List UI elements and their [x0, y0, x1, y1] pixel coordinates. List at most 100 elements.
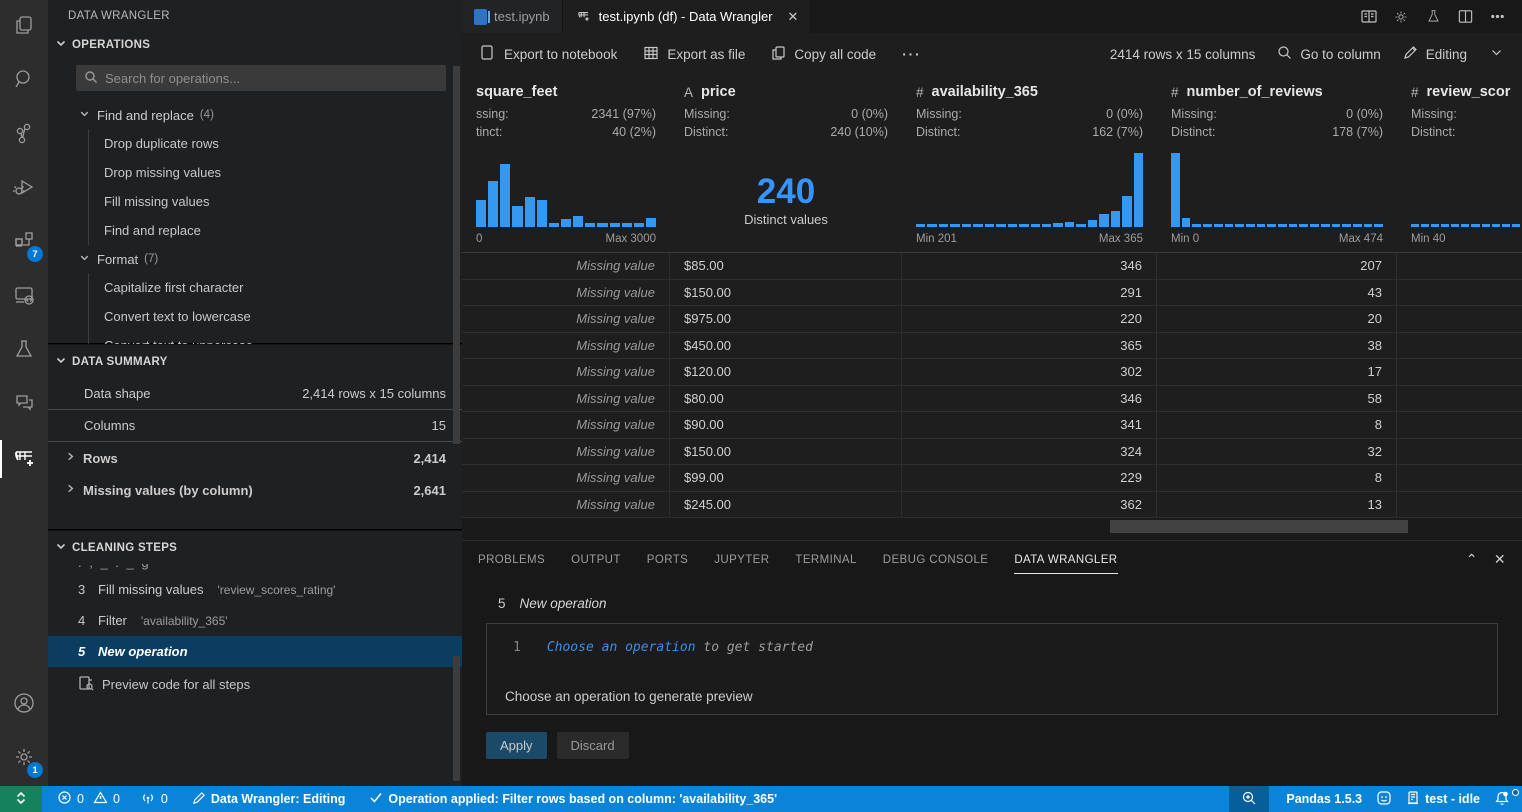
zoom-status-button[interactable] — [1229, 786, 1269, 812]
close-tab-icon[interactable]: ✕ — [788, 9, 799, 25]
table-cell[interactable]: 43 — [1157, 280, 1397, 307]
table-cell[interactable]: Missing value — [462, 253, 670, 280]
table-cell[interactable] — [1397, 306, 1522, 333]
table-cell[interactable]: $245.00 — [670, 492, 902, 519]
operation-item[interactable]: Convert text to uppercase — [48, 331, 462, 344]
panel-tab-debug-console[interactable]: DEBUG CONSOLE — [883, 545, 989, 574]
sidebar-item-remote-explorer[interactable] — [0, 270, 48, 324]
data-summary-section-header[interactable]: DATA SUMMARY — [48, 344, 462, 378]
panel-tab-terminal[interactable]: TERMINAL — [795, 545, 856, 574]
sidebar-item-extensions[interactable]: 7 — [0, 216, 48, 270]
discard-button[interactable]: Discard — [557, 732, 629, 759]
go-to-column-button[interactable]: Go to column — [1277, 45, 1380, 63]
cleaning-step-row[interactable]: 3Fill missing values'review_scores_ratin… — [48, 574, 462, 605]
table-cell[interactable] — [1397, 465, 1522, 492]
table-cell[interactable]: $975.00 — [670, 306, 902, 333]
table-cell[interactable]: Missing value — [462, 333, 670, 360]
operations-search-input[interactable] — [105, 71, 438, 86]
sidebar-item-run-debug[interactable] — [0, 162, 48, 216]
beaker-icon[interactable] — [1422, 6, 1444, 28]
table-cell[interactable]: 8 — [1157, 412, 1397, 439]
table-cell[interactable]: 346 — [902, 253, 1157, 280]
panel-tab-problems[interactable]: PROBLEMS — [478, 545, 545, 574]
table-cell[interactable]: $90.00 — [670, 412, 902, 439]
toolbar-more-button[interactable]: ··· — [902, 47, 922, 62]
grid-horizontal-scrollbar[interactable] — [462, 518, 1522, 540]
more-actions-icon[interactable] — [1486, 6, 1508, 28]
table-cell[interactable]: 346 — [902, 386, 1157, 413]
close-panel-icon[interactable]: ✕ — [1494, 551, 1506, 568]
table-cell[interactable]: 38 — [1157, 333, 1397, 360]
problems-status[interactable]: 0 0 — [50, 786, 127, 812]
panel-tab-output[interactable]: OUTPUT — [571, 545, 621, 574]
table-cell[interactable] — [1397, 439, 1522, 466]
summary-tree-row[interactable]: Rows2,414 — [48, 442, 462, 474]
table-cell[interactable]: 324 — [902, 439, 1157, 466]
cleaning-step-row[interactable]: 5New operation — [48, 636, 462, 667]
table-cell[interactable]: $85.00 — [670, 253, 902, 280]
scrollbar-thumb[interactable] — [1110, 520, 1408, 533]
operation-group[interactable]: Find and replace(4) — [48, 101, 462, 129]
summary-tree-row[interactable]: Missing values (by column)2,641 — [48, 474, 462, 506]
export-to-notebook-button[interactable]: Export to notebook — [480, 44, 617, 64]
column-header[interactable]: #review_scorMissing:Distinct:Min 40 — [1397, 75, 1522, 252]
sidebar-item-source-control[interactable] — [0, 108, 48, 162]
table-cell[interactable]: 32 — [1157, 439, 1397, 466]
table-cell[interactable]: 17 — [1157, 359, 1397, 386]
table-cell[interactable]: $150.00 — [670, 439, 902, 466]
tab-data-wrangler[interactable]: test.ipynb (df) - Data Wrangler ✕ — [563, 0, 812, 33]
table-cell[interactable] — [1397, 359, 1522, 386]
sidebar-item-explorer[interactable] — [0, 0, 48, 54]
settings-gear-icon[interactable] — [1390, 6, 1412, 28]
table-cell[interactable]: 207 — [1157, 253, 1397, 280]
operation-item[interactable]: Fill missing values — [48, 187, 462, 216]
tab-test-ipynb[interactable]: test.ipynb — [462, 0, 563, 33]
table-cell[interactable] — [1397, 280, 1522, 307]
split-editor-icon[interactable] — [1454, 6, 1476, 28]
copy-all-code-button[interactable]: Copy all code — [771, 45, 876, 64]
operations-search[interactable] — [76, 65, 446, 91]
sidebar-item-data-wrangler[interactable] — [0, 432, 48, 486]
table-cell[interactable]: Missing value — [462, 386, 670, 413]
remote-indicator[interactable] — [0, 786, 42, 812]
table-cell[interactable]: 341 — [902, 412, 1157, 439]
table-cell[interactable]: Missing value — [462, 280, 670, 307]
table-cell[interactable]: $450.00 — [670, 333, 902, 360]
operation-code-editor[interactable]: 1 Choose an operation to get started Cho… — [486, 623, 1498, 715]
accounts-button[interactable] — [0, 678, 48, 732]
table-cell[interactable]: 362 — [902, 492, 1157, 519]
column-header[interactable]: square_feetssing:2341 (97%)tinct:40 (2%)… — [462, 75, 670, 252]
column-header[interactable]: ApriceMissing:0 (0%)Distinct:240 (10%)24… — [670, 75, 902, 252]
table-cell[interactable]: Missing value — [462, 465, 670, 492]
table-cell[interactable]: 220 — [902, 306, 1157, 333]
wrangler-mode-status[interactable]: Data Wrangler: Editing — [185, 786, 353, 812]
apply-button[interactable]: Apply — [486, 732, 547, 759]
cleaning-step-row[interactable]: 4Filter'availability_365' — [48, 605, 462, 636]
operation-group[interactable]: Format(7) — [48, 245, 462, 273]
notifications-button[interactable] — [1487, 786, 1522, 812]
table-cell[interactable]: 13 — [1157, 492, 1397, 519]
ports-status[interactable]: 0 — [133, 786, 175, 812]
table-cell[interactable] — [1397, 492, 1522, 519]
table-cell[interactable]: $150.00 — [670, 280, 902, 307]
operation-item[interactable]: Capitalize first character — [48, 273, 462, 302]
code-keyword[interactable]: Choose an operation — [547, 640, 696, 655]
table-cell[interactable]: 20 — [1157, 306, 1397, 333]
operation-item[interactable]: Convert text to lowercase — [48, 302, 462, 331]
table-cell[interactable]: Missing value — [462, 492, 670, 519]
sidebar-item-comments[interactable] — [0, 378, 48, 432]
operation-item[interactable]: Find and replace — [48, 216, 462, 245]
kernel-status[interactable]: test - idle — [1399, 786, 1487, 812]
sidebar-item-search[interactable] — [0, 54, 48, 108]
table-cell[interactable]: 58 — [1157, 386, 1397, 413]
table-cell[interactable]: Missing value — [462, 306, 670, 333]
column-header[interactable]: #availability_365Missing:0 (0%)Distinct:… — [902, 75, 1157, 252]
table-cell[interactable]: $99.00 — [670, 465, 902, 492]
cleaning-steps-scrollbar[interactable] — [453, 656, 460, 781]
table-cell[interactable] — [1397, 253, 1522, 280]
table-cell[interactable]: $80.00 — [670, 386, 902, 413]
operation-item[interactable]: Drop duplicate rows — [48, 129, 462, 158]
pandas-version-status[interactable]: Pandas 1.5.3 — [1279, 786, 1369, 812]
table-cell[interactable] — [1397, 412, 1522, 439]
table-cell[interactable]: Missing value — [462, 359, 670, 386]
